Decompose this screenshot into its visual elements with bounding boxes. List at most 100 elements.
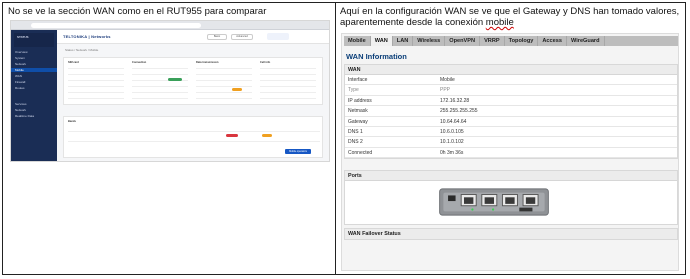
tab-wan[interactable]: WAN xyxy=(370,36,393,46)
status-row-line xyxy=(68,68,124,69)
status-row-line xyxy=(132,92,188,93)
main-content: TELTONIKA | Networks Basic Advanced Stat… xyxy=(57,30,329,161)
wan-row-key: DNS 2 xyxy=(348,139,363,146)
sidebar-item[interactable]: WAN xyxy=(15,74,22,78)
sidebar-item[interactable]: Firewall xyxy=(15,80,25,84)
wan-row-key: Gateway xyxy=(348,118,368,125)
sidebar: STATUS Overview System Network Mobile WAN Fir… xyxy=(11,30,57,161)
right-caption-underlined: mobile xyxy=(485,17,514,28)
status-row-line xyxy=(260,86,316,87)
ports-title: Ports xyxy=(345,171,677,181)
status-row-line xyxy=(132,98,188,99)
wan-row-value: 10.1.0.102 xyxy=(440,139,464,146)
status-row-line xyxy=(260,92,316,93)
sidebar-item[interactable]: Routes xyxy=(15,86,25,90)
browser-chrome xyxy=(11,21,329,30)
advanced-mode-button[interactable]: Advanced xyxy=(231,34,253,40)
wan-row: Interface Mobile xyxy=(345,75,677,86)
status-pill-orange xyxy=(232,88,242,91)
status-row-line xyxy=(196,68,252,69)
wan-row: Gateway 10.64.64.64 xyxy=(345,117,677,127)
status-tabs: Mobile WAN LAN Wireless OpenVPN VRRP Topology A… xyxy=(344,36,678,46)
wan-row-key: DNS 1 xyxy=(348,128,363,135)
wan-row-value: 255.255.255.255 xyxy=(440,108,478,115)
wan-failover-title: WAN Failover Status xyxy=(345,229,677,239)
tab-vrrp[interactable]: VRRP xyxy=(480,36,505,46)
ports-panel: Ports xyxy=(344,170,678,225)
wan-row: Netmask 255.255.255.255 xyxy=(345,106,677,117)
brand-logo: TELTONIKA | Networks xyxy=(63,34,111,39)
wan-panel: WAN Interface Mobile Type PPP IP address 172.… xyxy=(344,64,678,160)
basic-mode-button[interactable]: Basic xyxy=(207,34,227,40)
wan-row: DNS 1 10.6.0.105 xyxy=(345,127,677,138)
tab-openvpn[interactable]: OpenVPN xyxy=(445,36,481,46)
status-row-line xyxy=(196,98,252,99)
status-row-line xyxy=(196,74,252,75)
status-row-line xyxy=(260,68,316,69)
wan-failover-panel: WAN Failover Status xyxy=(344,228,678,240)
status-row-line xyxy=(132,74,188,75)
user-menu[interactable] xyxy=(267,33,289,40)
wan-status-screenshot: Mobile WAN LAN Wireless OpenVPN VRRP Topology A… xyxy=(341,33,679,271)
top-navigation: TELTONIKA | Networks Basic Advanced xyxy=(57,30,329,44)
wan-row: Type PPP xyxy=(345,85,677,96)
right-caption: Aquí en la configuración WAN se ve que e… xyxy=(340,6,680,28)
bands-title: Bands xyxy=(68,120,76,123)
status-row-line xyxy=(68,92,124,93)
tab-access[interactable]: Access xyxy=(538,36,567,46)
wan-information-title: WAN Information xyxy=(346,52,407,61)
status-pill-green xyxy=(168,78,182,81)
rut-status-screenshot: STATUS Overview System Network Mobile WAN Fir… xyxy=(10,20,330,162)
bands-header-rule xyxy=(68,131,320,132)
wan-row-key: Connected xyxy=(348,149,373,156)
status-row-line xyxy=(196,92,252,93)
mobile-operators-button[interactable]: Mobile operators xyxy=(285,149,311,154)
column-divider xyxy=(335,2,336,275)
wan-row-key: Netmask xyxy=(348,108,368,115)
tab-wireless[interactable]: Wireless xyxy=(413,36,446,46)
wan-row: IP address 172.16.32.28 xyxy=(345,96,677,107)
bands-card: Bands xyxy=(63,116,323,158)
sim-card-title: SIM card xyxy=(68,61,79,64)
cell-info-title: Cell info xyxy=(260,61,271,64)
status-row-line xyxy=(68,86,124,87)
wan-row-value: 10.6.0.105 xyxy=(440,128,464,135)
breadcrumb: Status / Network / Mobile xyxy=(65,48,99,52)
sidebar-item[interactable]: Realtime Data xyxy=(15,114,34,118)
status-row-line xyxy=(68,80,124,81)
status-row-line xyxy=(260,74,316,75)
sidebar-item[interactable]: Network xyxy=(15,62,26,66)
data-transmission-title: Data transmission xyxy=(196,61,219,64)
sidebar-item[interactable]: Mobile xyxy=(11,68,57,72)
band-pill-red xyxy=(226,134,238,137)
wan-row-value: PPP xyxy=(440,87,451,94)
bands-row-rule xyxy=(68,141,320,142)
sidebar-header: STATUS xyxy=(14,33,54,47)
wan-row-key: Interface xyxy=(348,77,368,83)
wan-row-key: Type xyxy=(348,87,359,94)
band-pill-orange xyxy=(262,134,272,137)
status-row-line xyxy=(196,80,252,81)
wan-panel-title: WAN xyxy=(345,65,677,75)
tab-lan[interactable]: LAN xyxy=(393,36,414,46)
wan-row-value: Mobile xyxy=(440,77,455,83)
status-row-line xyxy=(68,74,124,75)
sidebar-item[interactable]: Services xyxy=(15,102,27,106)
sidebar-header-label: STATUS xyxy=(17,35,29,39)
status-row-line xyxy=(68,98,124,99)
tab-topology[interactable]: Topology xyxy=(505,36,539,46)
wan-row-key: IP address xyxy=(348,97,372,104)
tab-wireguard[interactable]: WireGuard xyxy=(567,36,605,46)
sidebar-item[interactable]: Network xyxy=(15,108,26,112)
wan-row-value: 172.16.32.28 xyxy=(440,97,470,104)
sidebar-item[interactable]: System xyxy=(15,56,25,60)
wan-row-value: 10.64.64.64 xyxy=(440,118,467,125)
status-row-line xyxy=(132,86,188,87)
sidebar-item[interactable]: Overview xyxy=(15,50,28,54)
tab-mobile[interactable]: Mobile xyxy=(344,36,371,46)
status-row-line xyxy=(132,68,188,69)
status-row-line xyxy=(260,80,316,81)
status-row-line xyxy=(196,86,252,87)
left-caption: No se ve la sección WAN como en el RUT95… xyxy=(8,6,267,17)
address-bar[interactable] xyxy=(31,23,201,28)
